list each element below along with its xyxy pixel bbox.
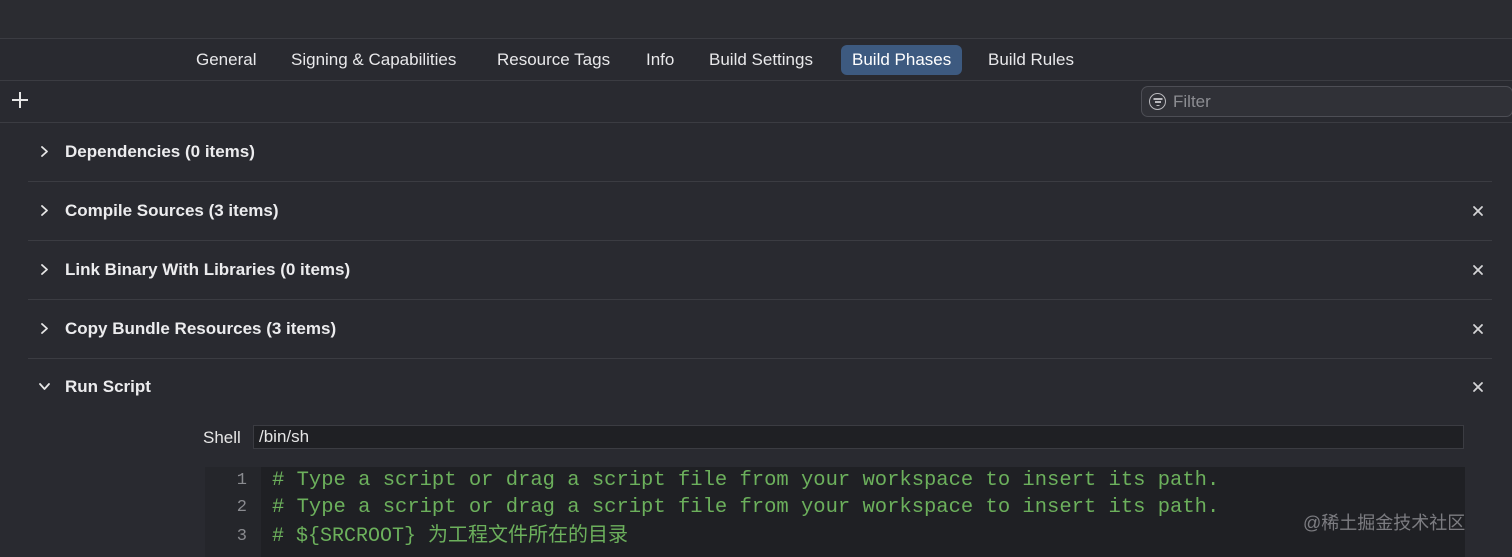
phase-compile-sources[interactable]: Compile Sources (3 items) xyxy=(28,182,1492,241)
code-text[interactable]: # Type a script or drag a script file fr… xyxy=(272,467,1219,494)
tab-build-rules[interactable]: Build Rules xyxy=(977,45,1085,75)
code-line[interactable]: 3 # ${SRCROOT} 为工程文件所在的目录 xyxy=(205,523,1465,550)
chevron-right-icon[interactable] xyxy=(39,264,50,275)
filter-input[interactable] xyxy=(1173,87,1493,116)
line-number: 1 xyxy=(236,471,247,490)
tab-general[interactable]: General xyxy=(185,45,267,75)
filter-field[interactable] xyxy=(1141,86,1512,117)
chevron-right-icon[interactable] xyxy=(39,146,50,157)
close-icon[interactable] xyxy=(1471,380,1485,394)
code-text[interactable]: # Type a script or drag a script file fr… xyxy=(272,494,1219,521)
close-icon[interactable] xyxy=(1471,204,1485,218)
code-text[interactable]: # ${SRCROOT} 为工程文件所在的目录 xyxy=(272,523,628,550)
tab-build-settings[interactable]: Build Settings xyxy=(698,45,824,75)
chevron-right-icon[interactable] xyxy=(39,205,50,216)
code-line[interactable]: 2 # Type a script or drag a script file … xyxy=(205,494,1465,521)
phase-link-binary[interactable]: Link Binary With Libraries (0 items) xyxy=(28,241,1492,300)
line-number: 2 xyxy=(236,498,247,517)
code-line[interactable]: 1 # Type a script or drag a script file … xyxy=(205,467,1465,494)
editor-tab-bar: General Signing & Capabilities Resource … xyxy=(0,39,1512,81)
phase-run-script[interactable]: Run Script xyxy=(28,358,1492,416)
chevron-right-icon[interactable] xyxy=(39,323,50,334)
phase-title: Copy Bundle Resources (3 items) xyxy=(65,319,337,338)
phase-title: Dependencies (0 items) xyxy=(65,142,255,161)
tab-build-phases[interactable]: Build Phases xyxy=(841,45,963,75)
window-top-bar xyxy=(0,0,1512,39)
phase-title: Run Script xyxy=(65,377,151,396)
close-icon[interactable] xyxy=(1471,263,1485,277)
shell-field[interactable]: /bin/sh xyxy=(253,425,1464,449)
phase-copy-bundle-resources[interactable]: Copy Bundle Resources (3 items) xyxy=(28,300,1492,359)
watermark: @稀土掘金技术社区 xyxy=(1303,513,1466,533)
line-number: 3 xyxy=(236,527,247,546)
close-icon[interactable] xyxy=(1471,322,1485,336)
phase-title: Link Binary With Libraries (0 items) xyxy=(65,260,351,279)
script-editor[interactable]: 1 # Type a script or drag a script file … xyxy=(205,467,1465,557)
tab-resource-tags[interactable]: Resource Tags xyxy=(486,45,621,75)
filter-icon xyxy=(1149,93,1166,110)
chevron-down-icon[interactable] xyxy=(39,381,50,392)
plus-icon[interactable] xyxy=(10,90,30,110)
phase-title: Compile Sources (3 items) xyxy=(65,201,279,220)
phase-dependencies[interactable]: Dependencies (0 items) xyxy=(28,123,1492,182)
phases-toolbar xyxy=(0,81,1512,123)
tab-signing-capabilities[interactable]: Signing & Capabilities xyxy=(280,45,467,75)
shell-label: Shell xyxy=(203,428,241,447)
tab-info[interactable]: Info xyxy=(635,45,685,75)
